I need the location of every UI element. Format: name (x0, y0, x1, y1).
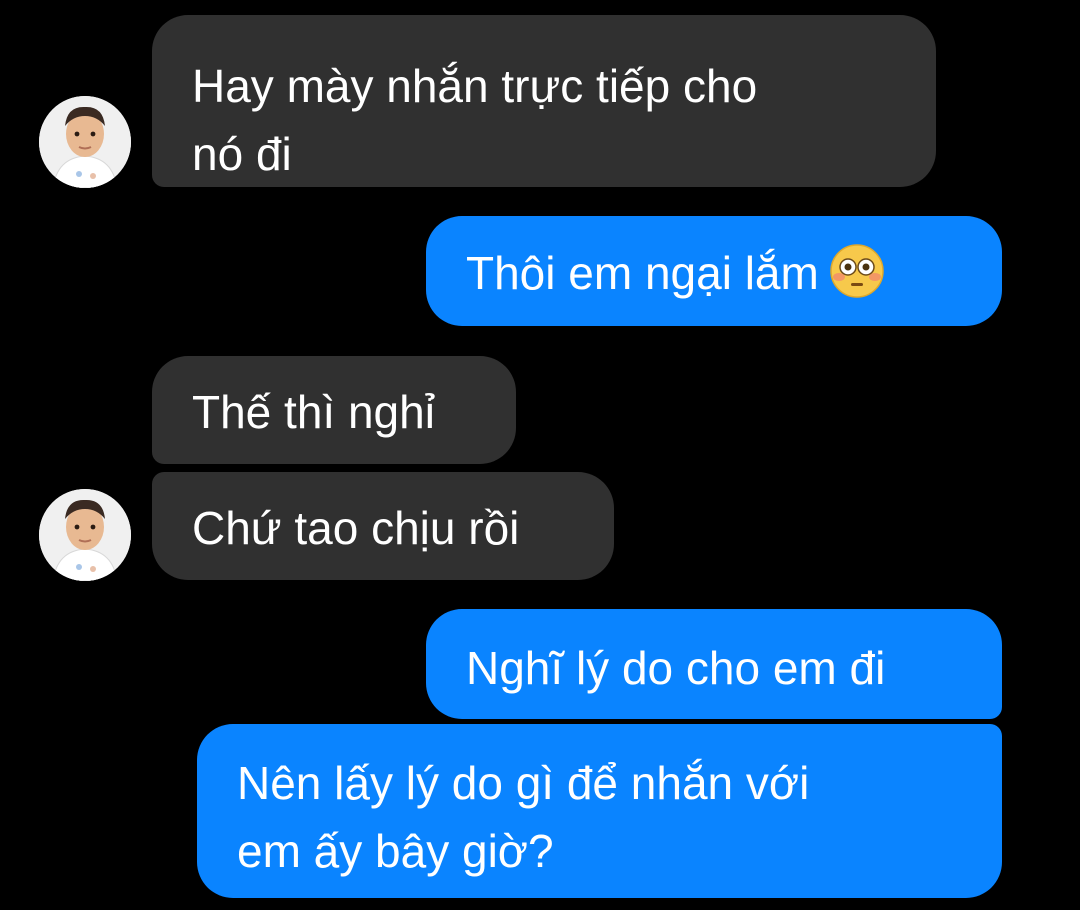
avatar[interactable] (39, 489, 131, 581)
message-bubble-incoming[interactable]: Chứ tao chịu rồi (152, 472, 614, 580)
message-text: Thôi em ngại lắm (466, 247, 819, 299)
message-text: Nghĩ lý do cho em đi (466, 642, 886, 694)
flushed-face-icon (830, 244, 884, 298)
message-text: Nên lấy lý do gì để nhắn với (237, 757, 810, 809)
message-text: em ấy bây giờ? (237, 825, 554, 877)
message-bubble-outgoing[interactable]: Thôi em ngại lắm (426, 216, 1002, 326)
message-bubble-outgoing[interactable]: Nghĩ lý do cho em đi (426, 609, 1002, 719)
message-text: Thế thì nghỉ (192, 386, 435, 438)
child-avatar-icon (39, 489, 131, 581)
message-text: Chứ tao chịu rồi (192, 502, 520, 554)
avatar[interactable] (39, 96, 131, 188)
message-text: Hay mày nhắn trực tiếp cho (192, 60, 758, 112)
message-bubble-outgoing[interactable]: Nên lấy lý do gì để nhắn với em ấy bây g… (197, 724, 1002, 898)
message-bubble-incoming[interactable]: Thế thì nghỉ (152, 356, 516, 464)
message-bubble-incoming[interactable]: Hay mày nhắn trực tiếp cho nó đi (152, 15, 936, 187)
child-avatar-icon (39, 96, 131, 188)
message-text: nó đi (192, 128, 292, 180)
